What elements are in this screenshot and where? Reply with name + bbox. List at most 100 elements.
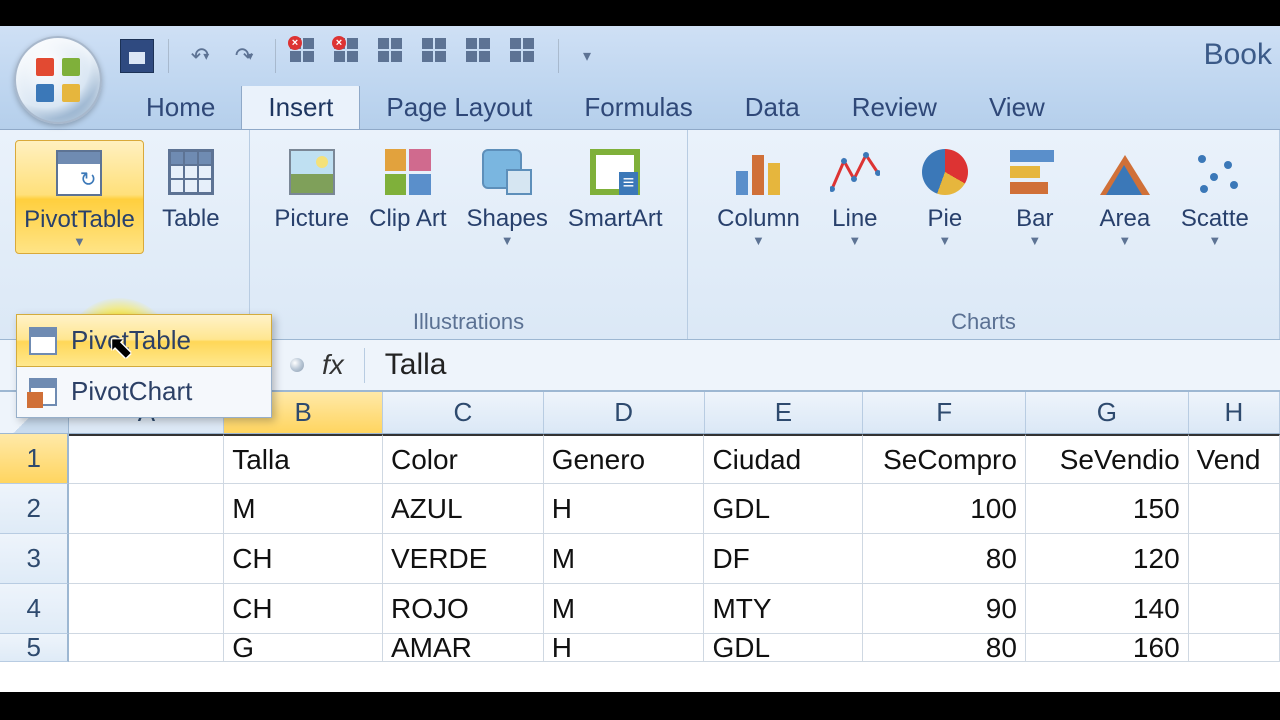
- save-button[interactable]: [120, 39, 154, 73]
- picture-label: Picture: [274, 206, 349, 231]
- dropdown-pivotchart[interactable]: PivotChart: [17, 366, 271, 417]
- cell[interactable]: M: [544, 534, 705, 584]
- cell[interactable]: [1189, 534, 1280, 584]
- cell[interactable]: 150: [1026, 484, 1189, 534]
- tab-view[interactable]: View: [963, 84, 1071, 129]
- cell[interactable]: 80: [863, 534, 1026, 584]
- ribbon: PivotTable ▼ Table Picture Clip Art Shap…: [0, 130, 1280, 340]
- dropdown-pivotchart-label: PivotChart: [71, 376, 192, 407]
- column-header-d[interactable]: D: [544, 392, 705, 433]
- letterbox-bottom: [0, 692, 1280, 720]
- cell[interactable]: CH: [224, 534, 383, 584]
- cell[interactable]: 120: [1026, 534, 1189, 584]
- cell[interactable]: [69, 584, 224, 634]
- qat-tool-1[interactable]: ×: [290, 39, 324, 73]
- office-button[interactable]: [14, 36, 102, 124]
- qat-tool-3[interactable]: [378, 39, 412, 73]
- cell[interactable]: [1189, 484, 1280, 534]
- cell[interactable]: [69, 484, 224, 534]
- cell[interactable]: AMAR: [383, 634, 544, 662]
- pivotchart-icon: [29, 378, 57, 406]
- tab-home[interactable]: Home: [120, 84, 241, 129]
- cell[interactable]: Talla: [224, 434, 383, 484]
- cell[interactable]: [69, 634, 224, 662]
- cell[interactable]: Color: [383, 434, 544, 484]
- cell[interactable]: H: [544, 634, 705, 662]
- shapes-button[interactable]: Shapes ▼: [458, 140, 555, 252]
- table-button[interactable]: Table: [148, 140, 234, 235]
- group-label-illustrations: Illustrations: [258, 307, 679, 337]
- ribbon-group-illustrations: Picture Clip Art Shapes ▼ SmartArt Illus…: [250, 130, 688, 339]
- qat-tool-2[interactable]: ×: [334, 39, 368, 73]
- chevron-down-icon: ▼: [752, 233, 765, 248]
- cell[interactable]: Vend: [1189, 434, 1280, 484]
- row-header[interactable]: 1: [0, 434, 69, 484]
- undo-button[interactable]: ↶▾: [183, 39, 217, 73]
- cell[interactable]: [1189, 634, 1280, 662]
- cell[interactable]: GDL: [704, 634, 863, 662]
- cell[interactable]: [1189, 584, 1280, 634]
- picture-button[interactable]: Picture: [266, 140, 357, 235]
- cell[interactable]: Genero: [544, 434, 705, 484]
- tab-data[interactable]: Data: [719, 84, 826, 129]
- column-header-h[interactable]: H: [1189, 392, 1280, 433]
- chevron-down-icon: ▼: [1118, 233, 1131, 248]
- row-header[interactable]: 2: [0, 484, 69, 534]
- cell[interactable]: M: [224, 484, 383, 534]
- column-chart-button[interactable]: Column ▼: [709, 140, 808, 252]
- line-chart-label: Line: [832, 206, 877, 231]
- qat-tool-6[interactable]: [510, 39, 544, 73]
- column-header-e[interactable]: E: [705, 392, 864, 433]
- cell[interactable]: M: [544, 584, 705, 634]
- cell[interactable]: GDL: [704, 484, 863, 534]
- tab-formulas[interactable]: Formulas: [558, 84, 718, 129]
- cell[interactable]: SeCompro: [863, 434, 1026, 484]
- fx-icon[interactable]: fx: [322, 349, 344, 381]
- cell[interactable]: CH: [224, 584, 383, 634]
- tab-page-layout[interactable]: Page Layout: [360, 84, 558, 129]
- cell[interactable]: DF: [704, 534, 863, 584]
- cell[interactable]: 140: [1026, 584, 1189, 634]
- cell[interactable]: G: [224, 634, 383, 662]
- cell[interactable]: VERDE: [383, 534, 544, 584]
- pivottable-button[interactable]: PivotTable ▼: [15, 140, 144, 254]
- row-header[interactable]: 5: [0, 634, 69, 662]
- line-chart-button[interactable]: Line ▼: [812, 140, 898, 252]
- tab-insert[interactable]: Insert: [241, 83, 360, 129]
- column-header-c[interactable]: C: [383, 392, 544, 433]
- row-header[interactable]: 3: [0, 534, 69, 584]
- ribbon-tabs: Home Insert Page Layout Formulas Data Re…: [0, 86, 1280, 130]
- cell[interactable]: 100: [863, 484, 1026, 534]
- qat-customize[interactable]: ▾: [573, 39, 607, 73]
- cell[interactable]: 90: [863, 584, 1026, 634]
- redo-button[interactable]: ↷▾: [227, 39, 261, 73]
- pie-chart-icon: [922, 149, 968, 195]
- qat-tool-4[interactable]: [422, 39, 456, 73]
- pie-chart-button[interactable]: Pie ▼: [902, 140, 988, 252]
- column-header-g[interactable]: G: [1026, 392, 1189, 433]
- chevron-down-icon: ▼: [1208, 233, 1221, 248]
- worksheet-grid[interactable]: 1 Talla Color Genero Ciudad SeCompro SeV…: [0, 434, 1280, 662]
- scatter-chart-button[interactable]: Scatte ▼: [1172, 140, 1258, 252]
- tab-review[interactable]: Review: [826, 84, 963, 129]
- cell[interactable]: Ciudad: [704, 434, 863, 484]
- dropdown-pivottable[interactable]: PivotTable: [16, 314, 272, 367]
- row-header[interactable]: 4: [0, 584, 69, 634]
- cell[interactable]: [69, 434, 224, 484]
- cancel-formula-icon[interactable]: [290, 358, 304, 372]
- cell[interactable]: ROJO: [383, 584, 544, 634]
- cell[interactable]: 80: [863, 634, 1026, 662]
- area-chart-button[interactable]: Area ▼: [1082, 140, 1168, 252]
- smartart-button[interactable]: SmartArt: [560, 140, 671, 235]
- cell[interactable]: H: [544, 484, 705, 534]
- cell[interactable]: 160: [1026, 634, 1189, 662]
- cell[interactable]: SeVendio: [1026, 434, 1189, 484]
- cell[interactable]: [69, 534, 224, 584]
- formula-input[interactable]: Talla: [365, 348, 447, 382]
- bar-chart-button[interactable]: Bar ▼: [992, 140, 1078, 252]
- cell[interactable]: AZUL: [383, 484, 544, 534]
- cell[interactable]: MTY: [704, 584, 863, 634]
- qat-tool-5[interactable]: [466, 39, 500, 73]
- clipart-button[interactable]: Clip Art: [361, 140, 454, 235]
- column-header-f[interactable]: F: [863, 392, 1026, 433]
